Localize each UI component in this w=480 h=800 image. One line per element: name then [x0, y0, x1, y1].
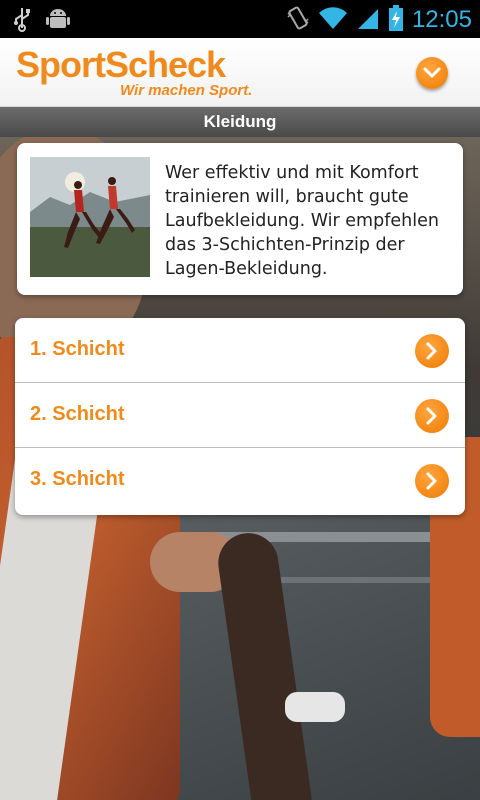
list-item-label: 1. Schicht: [30, 338, 125, 360]
chevron-right-icon[interactable]: [415, 399, 449, 433]
usb-icon: [12, 6, 32, 36]
chevron-right-icon[interactable]: [415, 334, 449, 368]
list-item-layer-3[interactable]: 3. Schicht: [15, 448, 465, 512]
intro-card: Wer effektiv und mit Komfort trainieren …: [17, 143, 463, 295]
runners-image: [30, 157, 150, 277]
list-item-layer-2[interactable]: 2. Schicht: [15, 383, 465, 448]
clock: 12:05: [411, 6, 472, 33]
chevron-down-icon: [423, 64, 441, 83]
brand-logo: SportScheck: [16, 44, 226, 85]
brand-tagline: Wir machen Sport.: [120, 82, 253, 99]
app-header: SportScheck Wir machen Sport.: [0, 38, 480, 107]
list-item-layer-1[interactable]: 1. Schicht: [15, 318, 465, 383]
intro-text: Wer effektiv und mit Komfort trainieren …: [165, 163, 439, 279]
android-debug-icon: [46, 6, 70, 36]
signal-icon: [356, 5, 380, 35]
vibrate-icon: [286, 5, 310, 35]
menu-button[interactable]: [416, 57, 448, 89]
section-title: Kleidung: [0, 107, 480, 137]
layer-list: 1. Schicht 2. Schicht 3. Schicht: [15, 318, 465, 515]
list-item-label: 3. Schicht: [30, 468, 125, 490]
battery-charging-icon: [388, 4, 404, 36]
chevron-right-icon[interactable]: [415, 464, 449, 498]
list-item-label: 2. Schicht: [30, 403, 125, 425]
wifi-icon: [318, 5, 348, 35]
status-bar: 12:05: [0, 0, 480, 38]
